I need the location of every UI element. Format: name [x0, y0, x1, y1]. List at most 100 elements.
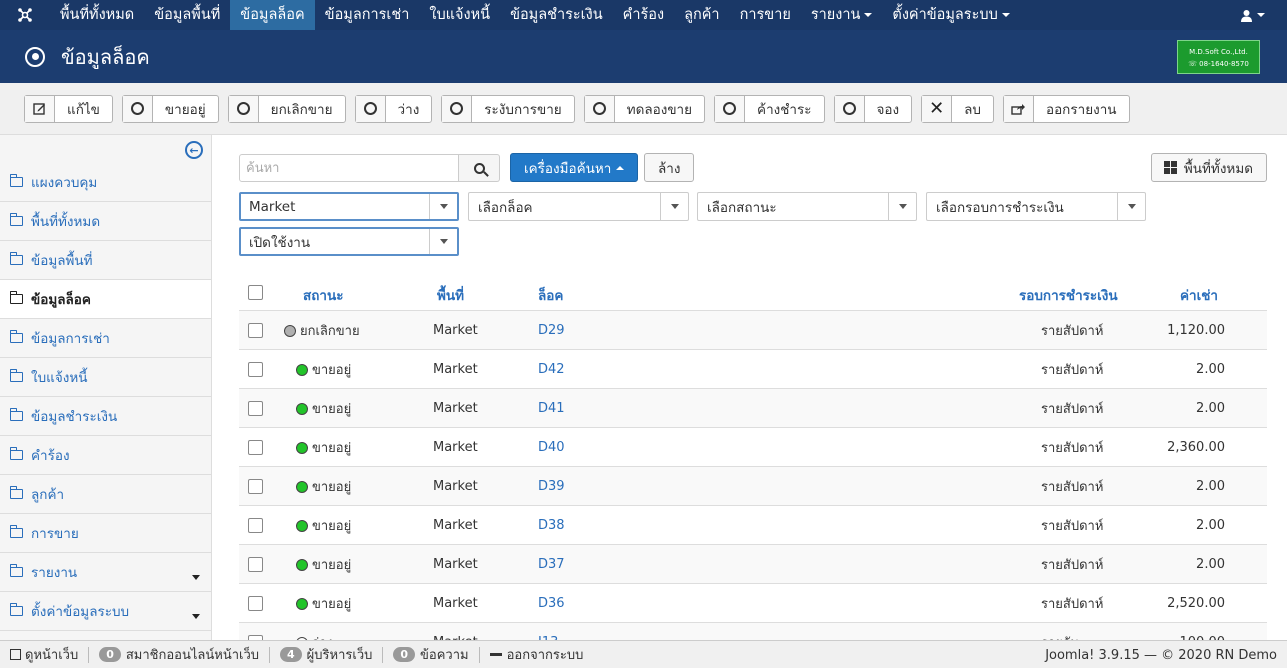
folder-icon [9, 252, 23, 265]
lock-link[interactable]: D39 [538, 467, 565, 506]
status-cell[interactable]: ขายอยู่ [296, 389, 351, 428]
row-checkbox[interactable] [248, 362, 263, 377]
row-checkbox[interactable] [248, 323, 263, 338]
toolbar-button[interactable]: ออกรายงาน [1002, 94, 1130, 123]
collapse-sidebar-icon[interactable]: ← [185, 141, 203, 159]
table-row[interactable]: ยกเลิกขาย Market D29 รายสัปดาห์ 1,120.00 [239, 311, 1267, 350]
lock-link[interactable]: D41 [538, 389, 565, 428]
sidebar-item[interactable]: พื้นที่ทั้งหมด [0, 202, 211, 241]
select-all-checkbox[interactable] [248, 285, 263, 300]
lock-link[interactable]: D42 [538, 350, 565, 389]
all-areas-button[interactable]: พื้นที่ทั้งหมด [1150, 153, 1267, 182]
header-area[interactable]: พื้นที่ [437, 284, 464, 306]
topnav-item[interactable]: คำร้อง [613, 0, 674, 30]
toolbar-button[interactable]: ขายอยู่ [121, 94, 219, 123]
sidebar-item[interactable]: แผงควบคุม [0, 163, 211, 202]
toolbar-button[interactable]: ระงับการขาย [441, 94, 575, 123]
topnav-item[interactable]: การขาย [730, 0, 801, 30]
status-cell[interactable]: ขายอยู่ [296, 350, 351, 389]
lock-link[interactable]: D36 [538, 584, 565, 623]
table-row[interactable]: ว่าง Market I13 รายวัน 100.00 [239, 623, 1267, 640]
status-cell[interactable]: ขายอยู่ [296, 428, 351, 467]
topnav-item[interactable]: ข้อมูลล็อค [230, 0, 315, 30]
toolbar-button[interactable]: ✕ ลบ [921, 94, 994, 123]
topnav-item[interactable]: ข้อมูลการเช่า [315, 0, 420, 30]
topnav-item[interactable]: รายงาน [801, 0, 883, 30]
topnav-item[interactable]: ข้อมูลชำระเงิน [500, 0, 613, 30]
rent-cell: 2,520.00 [1167, 596, 1225, 611]
area-select[interactable]: Market [239, 192, 459, 221]
lock-link[interactable]: D37 [538, 545, 565, 584]
joomla-icon[interactable] [0, 0, 50, 30]
table-row[interactable]: ขายอยู่ Market D40 รายสัปดาห์ 2,360.00 [239, 428, 1267, 467]
status-cell[interactable]: ขายอยู่ [296, 584, 351, 623]
payment-cycle-select[interactable]: เลือกรอบการชำระเงิน [926, 192, 1146, 221]
user-menu[interactable] [1240, 0, 1265, 30]
table-row[interactable]: ขายอยู่ Market D36 รายสัปดาห์ 2,520.00 [239, 584, 1267, 623]
sidebar-item[interactable]: ข้อมูลพื้นที่ [0, 241, 211, 280]
lock-link[interactable]: D38 [538, 506, 565, 545]
status-cell[interactable]: ยกเลิกขาย [284, 311, 360, 350]
lock-link[interactable]: D40 [538, 428, 565, 467]
toolbar-button[interactable]: ค้างชำระ [714, 94, 825, 123]
table-row[interactable]: ขายอยู่ Market D39 รายสัปดาห์ 2.00 [239, 467, 1267, 506]
toolbar-button[interactable]: ว่าง [354, 94, 433, 123]
sidebar-item[interactable]: ใบแจ้งหนี้ [0, 358, 211, 397]
sidebar-item[interactable]: รายงาน [0, 553, 211, 592]
sidebar-item[interactable]: ข้อมูลล็อค [0, 280, 211, 319]
status-cell[interactable]: ขายอยู่ [296, 506, 351, 545]
row-checkbox[interactable] [248, 596, 263, 611]
row-checkbox[interactable] [248, 557, 263, 572]
table-row[interactable]: ขายอยู่ Market D38 รายสัปดาห์ 2.00 [239, 506, 1267, 545]
toolbar-button[interactable]: ยกเลิกขาย [227, 94, 346, 123]
sidebar-item[interactable]: ลูกค้า [0, 475, 211, 514]
row-checkbox[interactable] [248, 479, 263, 494]
row-checkbox[interactable] [248, 401, 263, 416]
topnav-item[interactable]: พื้นที่ทั้งหมด [50, 0, 144, 30]
lock-select[interactable]: เลือกล็อค [468, 192, 689, 221]
sidebar-item[interactable]: ตั้งค่าข้อมูลระบบ [0, 592, 211, 631]
published-select[interactable]: เปิดใช้งาน [239, 227, 459, 256]
cycle-cell: รายสัปดาห์ [1041, 324, 1104, 339]
lock-link[interactable]: I13 [538, 623, 558, 640]
divider [478, 646, 480, 663]
chevron-down-icon [192, 575, 200, 580]
sidebar-item[interactable]: ข้อมูลชำระเงิน [0, 397, 211, 436]
search-input[interactable] [239, 154, 459, 182]
table-row[interactable]: ขายอยู่ Market D37 รายสัปดาห์ 2.00 [239, 545, 1267, 584]
topnav-item[interactable]: ลูกค้า [674, 0, 730, 30]
circle-icon [442, 95, 473, 122]
status-select[interactable]: เลือกสถานะ [697, 192, 917, 221]
search-tools-button[interactable]: เครื่องมือค้นหา [510, 153, 639, 182]
table-row[interactable]: ขายอยู่ Market D41 รายสัปดาห์ 2.00 [239, 389, 1267, 428]
toolbar-button[interactable]: จอง [833, 94, 913, 123]
header-payment-cycle[interactable]: รอบการชำระเงิน [1019, 284, 1118, 306]
messages-link[interactable]: 0 ข้อความ [393, 644, 469, 665]
header-rent[interactable]: ค่าเช่า [1180, 284, 1218, 306]
page-header: ข้อมูลล็อค M.D.Soft Co.,Ltd. ☏ 08-1640-8… [0, 30, 1287, 83]
topnav-item[interactable]: ใบแจ้งหนี้ [419, 0, 500, 30]
lock-link[interactable]: D29 [538, 311, 565, 350]
status-cell[interactable]: ขายอยู่ [296, 545, 351, 584]
sidebar-item[interactable]: ข้อมูลการเช่า [0, 319, 211, 358]
header-lock[interactable]: ล็อค [538, 284, 563, 306]
table-row[interactable]: ขายอยู่ Market D42 รายสัปดาห์ 2.00 [239, 350, 1267, 389]
toolbar-button[interactable]: ทดลองขาย [583, 94, 706, 123]
toolbar-button[interactable]: แก้ไข [24, 94, 113, 123]
view-site-link[interactable]: ดูหน้าเว็บ [10, 644, 78, 665]
row-checkbox[interactable] [248, 440, 263, 455]
status-cell[interactable]: ขายอยู่ [296, 467, 351, 506]
status-cell[interactable]: ว่าง [296, 623, 333, 640]
topnav-item[interactable]: ตั้งค่าข้อมูลระบบ [882, 0, 1019, 30]
topnav-item[interactable]: ข้อมูลพื้นที่ [144, 0, 230, 30]
clear-button[interactable]: ล้าง [644, 153, 695, 182]
logout-link[interactable]: ออกจากระบบ [489, 644, 583, 665]
circle-icon [355, 95, 386, 122]
row-checkbox[interactable] [248, 518, 263, 533]
rent-cell: 2.00 [1196, 557, 1225, 572]
search-button[interactable] [459, 154, 500, 182]
header-status[interactable]: สถานะ [303, 284, 343, 306]
sidebar-item[interactable]: การขาย [0, 514, 211, 553]
sidebar-item[interactable]: คำร้อง [0, 436, 211, 475]
top-navbar: พื้นที่ทั้งหมด ข้อมูลพื้นที่ ข้อมูลล็อค ข้อ… [0, 0, 1287, 30]
